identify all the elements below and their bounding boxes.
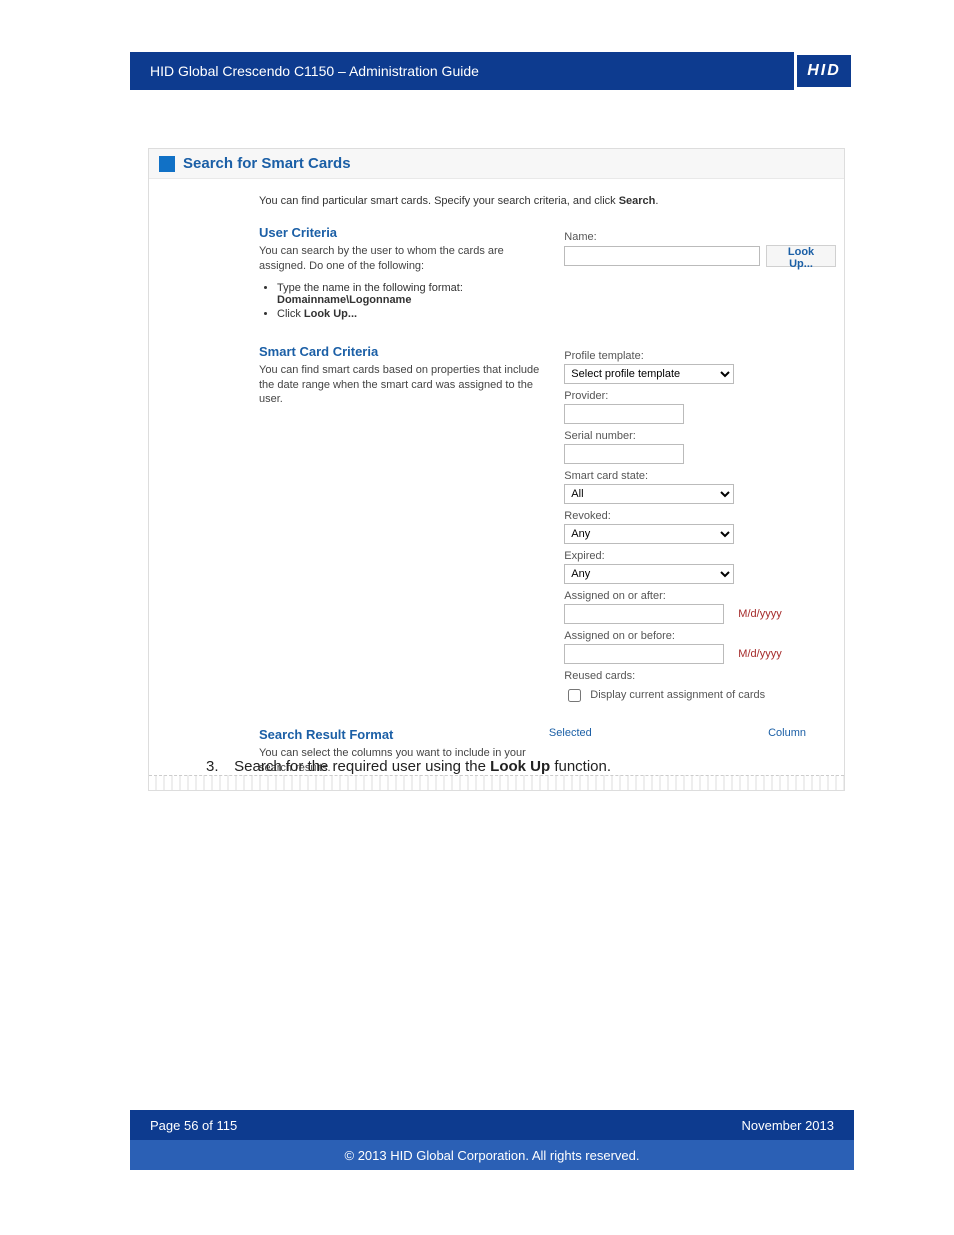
smart-card-criteria-section: Smart Card Criteria You can find smart c… — [259, 344, 836, 705]
doc-copyright-bar: © 2013 HID Global Corporation. All right… — [130, 1140, 854, 1170]
intro-bold: Search — [619, 195, 656, 207]
left-gutter — [149, 189, 259, 775]
state-select[interactable]: All — [564, 484, 734, 504]
revoked-select[interactable]: Any — [564, 524, 734, 544]
provider-input[interactable] — [564, 404, 684, 424]
profile-template-label: Profile template: — [564, 350, 836, 362]
bullet-click-lookup: Click Look Up... — [277, 308, 544, 320]
provider-label: Provider: — [564, 390, 836, 402]
step-text-b: Look Up — [490, 758, 550, 775]
assigned-after-input[interactable] — [564, 604, 724, 624]
state-label: Smart card state: — [564, 470, 836, 482]
date-hint-after: M/d/yyyy — [738, 608, 781, 620]
hid-logo-text: HID — [807, 62, 841, 80]
reused-checkbox[interactable] — [568, 689, 581, 702]
intro-post: . — [655, 195, 658, 207]
profile-template-select[interactable]: Select profile template — [564, 364, 734, 384]
step-text-c: function. — [550, 758, 611, 775]
user-criteria-section: User Criteria You can search by the user… — [259, 225, 836, 322]
lookup-button[interactable]: Look Up... — [766, 245, 836, 267]
expired-select[interactable]: Any — [564, 564, 734, 584]
copyright-text: © 2013 HID Global Corporation. All right… — [345, 1148, 640, 1163]
doc-title: HID Global Crescendo C1150 – Administrat… — [150, 63, 479, 79]
panel-title: Search for Smart Cards — [183, 155, 351, 172]
result-format-heading: Search Result Format — [259, 727, 529, 742]
reused-check-label: Display current assignment of cards — [590, 689, 765, 701]
date-hint-before: M/d/yyyy — [738, 648, 781, 660]
user-criteria-bullets: Type the name in the following format: D… — [277, 282, 544, 320]
step-3: 3. Search for the required user using th… — [206, 758, 611, 775]
scc-desc: You can find smart cards based on proper… — [259, 363, 544, 408]
name-input[interactable] — [564, 246, 760, 266]
doc-footer-bar: Page 56 of 115 November 2013 — [130, 1110, 854, 1140]
assigned-before-label: Assigned on or before: — [564, 630, 836, 642]
step-number: 3. — [206, 758, 230, 775]
doc-date: November 2013 — [742, 1118, 835, 1133]
serial-input[interactable] — [564, 444, 684, 464]
expired-label: Expired: — [564, 550, 836, 562]
assigned-before-input[interactable] — [564, 644, 724, 664]
panel-titlebar: Search for Smart Cards — [149, 149, 844, 179]
torn-edge — [149, 775, 844, 790]
user-criteria-desc: You can search by the user to whom the c… — [259, 244, 544, 274]
user-criteria-heading: User Criteria — [259, 225, 544, 240]
col-column: Column — [768, 727, 806, 776]
assigned-after-label: Assigned on or after: — [564, 590, 836, 602]
revoked-label: Revoked: — [564, 510, 836, 522]
serial-label: Serial number: — [564, 430, 836, 442]
reused-label: Reused cards: — [564, 670, 836, 682]
page-indicator: Page 56 of 115 — [150, 1118, 237, 1133]
doc-header-bar: HID Global Crescendo C1150 – Administrat… — [130, 52, 854, 90]
bullet-type-name: Type the name in the following format: D… — [277, 282, 544, 306]
search-smart-cards-screenshot: Search for Smart Cards You can find part… — [148, 148, 845, 791]
title-icon — [159, 156, 175, 172]
hid-logo: HID — [794, 52, 854, 90]
name-label: Name: — [564, 231, 836, 243]
scc-heading: Smart Card Criteria — [259, 344, 544, 359]
step-text-a: Search for the required user using the — [234, 758, 490, 775]
intro-pre: You can find particular smart cards. Spe… — [259, 195, 619, 207]
intro-text: You can find particular smart cards. Spe… — [259, 195, 836, 207]
